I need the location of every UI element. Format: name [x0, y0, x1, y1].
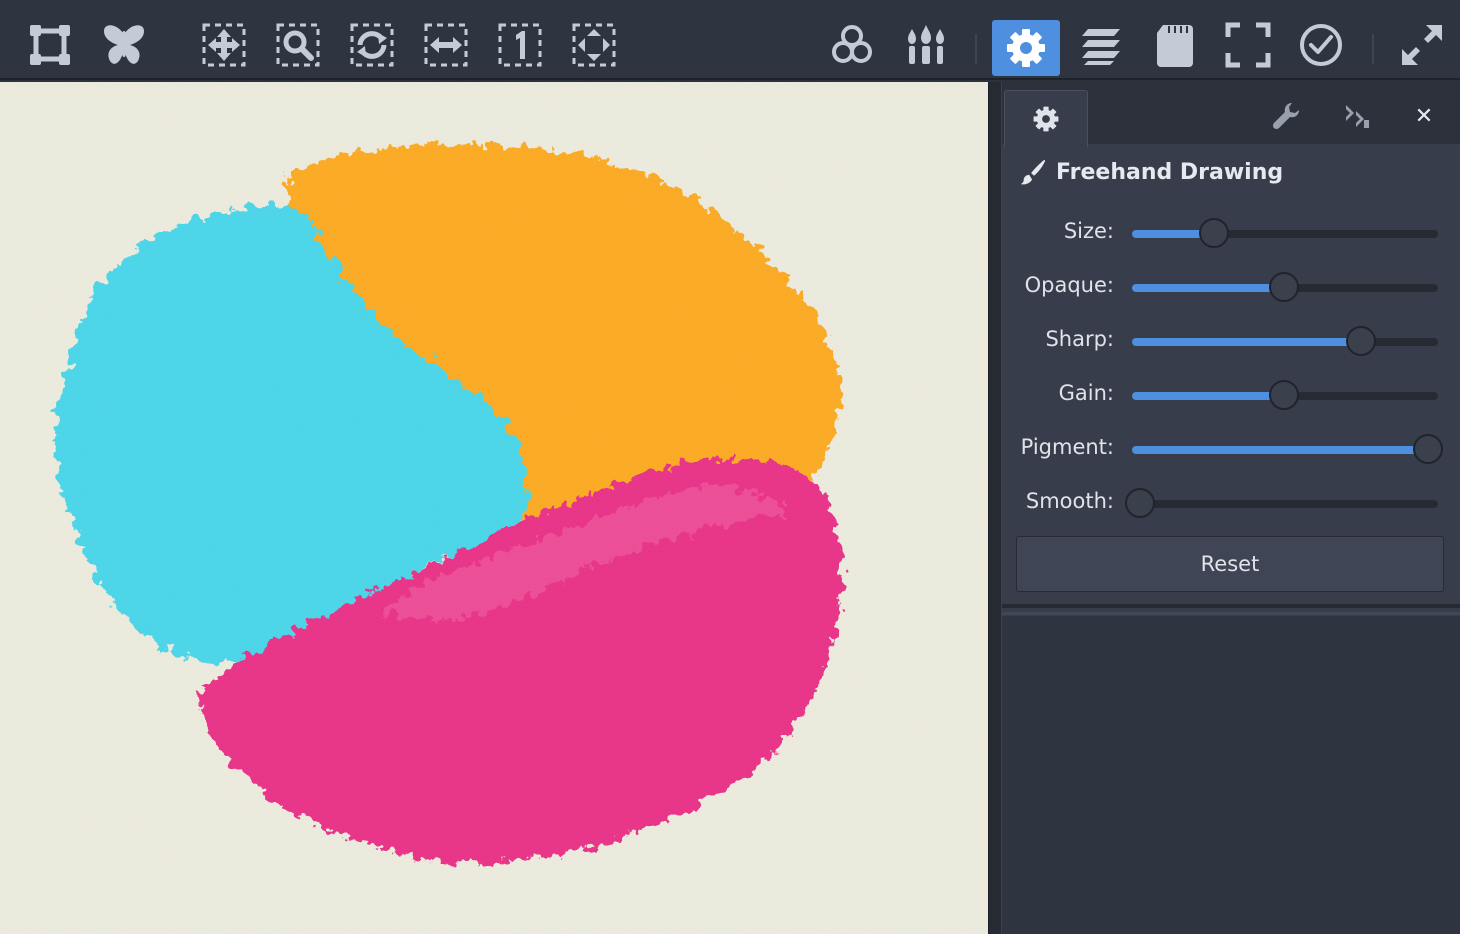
panel-splitter[interactable]	[988, 82, 1002, 934]
slider-track[interactable]	[1132, 380, 1438, 410]
frame-icon[interactable]	[17, 14, 83, 76]
sd-card-icon[interactable]	[1142, 14, 1208, 76]
zoom-icon[interactable]	[265, 14, 331, 76]
slider-track[interactable]	[1125, 488, 1438, 518]
tab-tool-settings[interactable]	[1004, 90, 1088, 147]
slider-label: Size:	[1063, 219, 1114, 243]
slider-row: Size:	[1002, 213, 1460, 253]
slider-fill	[1132, 446, 1429, 454]
empty-panel-area	[1002, 616, 1460, 934]
slider-handle[interactable]	[1125, 488, 1156, 518]
brushes-icon[interactable]	[893, 14, 959, 76]
slider-fill	[1132, 392, 1285, 400]
expand-icon[interactable]	[1389, 14, 1455, 76]
slider-track[interactable]	[1132, 272, 1438, 302]
slider-fill	[1132, 284, 1285, 292]
slider-label: Sharp:	[1045, 327, 1114, 351]
slider-track[interactable]	[1132, 434, 1443, 464]
wrench-icon[interactable]	[1266, 96, 1306, 136]
fullscreen-icon[interactable]	[1215, 14, 1281, 76]
slider-row: Sharp:	[1002, 321, 1460, 361]
slider-label: Opaque:	[1024, 273, 1114, 297]
slider-row: Smooth:	[1002, 483, 1460, 523]
color-mixer-icon[interactable]	[819, 14, 885, 76]
tool-settings-panel: ✕ Freehand Drawing Size: Opaque: Sharp: Gai…	[1002, 82, 1460, 934]
collapse-icon[interactable]	[1336, 96, 1376, 136]
actual-size-icon[interactable]	[487, 14, 553, 76]
painting	[0, 82, 988, 934]
slider-handle[interactable]	[1269, 380, 1299, 410]
rotate-icon[interactable]	[339, 14, 405, 76]
move-icon[interactable]	[191, 14, 257, 76]
gear-icon	[1033, 106, 1059, 132]
tool-name: Freehand Drawing	[1056, 159, 1284, 185]
layers-icon[interactable]	[1067, 14, 1133, 76]
slider-handle[interactable]	[1198, 218, 1229, 248]
main-toolbar	[0, 0, 1460, 80]
close-icon[interactable]: ✕	[1404, 96, 1444, 136]
slider-track[interactable]	[1132, 218, 1438, 248]
brush-icon	[1020, 159, 1046, 185]
slider-label: Gain:	[1058, 381, 1114, 405]
slider-label: Smooth:	[1025, 489, 1114, 513]
flip-horizontal-icon[interactable]	[413, 14, 479, 76]
divider	[1002, 612, 1460, 615]
divider	[1002, 604, 1460, 608]
fit-screen-icon[interactable]	[561, 14, 627, 76]
slider-label: Pigment:	[1020, 435, 1114, 459]
clock-icon[interactable]	[1288, 14, 1354, 76]
drawing-canvas[interactable]	[0, 82, 988, 934]
slider-handle[interactable]	[1412, 434, 1443, 464]
reset-button[interactable]: Reset	[1016, 536, 1444, 592]
butterfly-icon[interactable]	[91, 14, 157, 76]
slider-row: Opaque:	[1002, 267, 1460, 307]
settings-icon[interactable]	[992, 20, 1060, 76]
slider-track[interactable]	[1132, 326, 1438, 356]
tool-title: Freehand Drawing	[1018, 154, 1283, 190]
slider-row: Gain:	[1002, 375, 1460, 415]
slider-handle[interactable]	[1345, 326, 1376, 356]
slider-fill	[1132, 338, 1362, 346]
slider-handle[interactable]	[1269, 272, 1299, 302]
panel-tab-bar: ✕	[1002, 82, 1460, 147]
slider-row: Pigment:	[1002, 429, 1460, 469]
